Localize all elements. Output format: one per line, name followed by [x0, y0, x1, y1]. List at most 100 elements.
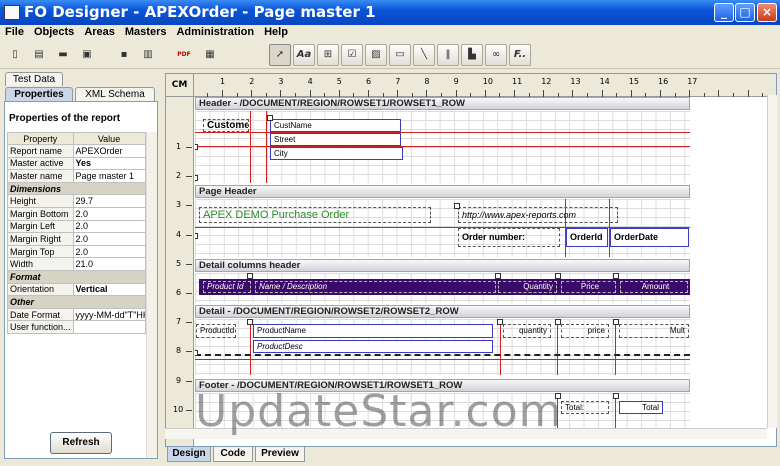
image-icon[interactable]: ▨ [365, 44, 387, 66]
checkbox-icon[interactable]: ☑ [341, 44, 363, 66]
new-file-icon[interactable]: ▯ [4, 44, 26, 66]
total-field[interactable]: Total [619, 401, 663, 414]
resize-handle[interactable] [454, 203, 460, 209]
property-row[interactable]: Margin Left 2.0 [7, 219, 146, 234]
property-value[interactable]: Yes [72, 156, 146, 171]
resize-handle[interactable] [613, 393, 619, 399]
tab-test-data[interactable]: Test Data [5, 72, 63, 86]
property-row[interactable]: Date Format yyyy-MM-dd"T"HH [7, 307, 146, 322]
band-header-title[interactable]: Header - /DOCUMENT/REGION/ROWSET1/ROWSET… [195, 97, 690, 110]
property-value[interactable]: 29.7 [72, 194, 146, 208]
property-row[interactable]: Margin Top 2.0 [7, 244, 146, 259]
tab-design[interactable]: Design [167, 447, 211, 462]
property-value[interactable] [72, 320, 146, 334]
resize-handle[interactable] [555, 273, 561, 279]
property-row[interactable]: Margin Right 2.0 [7, 232, 146, 246]
resize-handle[interactable] [195, 233, 198, 239]
col-quantity[interactable]: Quantity [498, 281, 557, 293]
minimize-button[interactable]: _ [714, 3, 734, 22]
order-id-field[interactable]: OrderId [566, 228, 608, 247]
tab-properties[interactable]: Properties [5, 87, 73, 101]
resize-handle[interactable] [555, 393, 561, 399]
customer-label[interactable]: Customer [203, 119, 249, 132]
tab-code[interactable]: Code [213, 447, 253, 462]
property-value[interactable]: 2.0 [72, 206, 146, 221]
preview-icon[interactable]: ▦ [199, 44, 221, 66]
band-detail-columns-title[interactable]: Detail columns header [195, 259, 690, 272]
resize-handle[interactable] [247, 273, 253, 279]
line-icon[interactable]: ╲ [413, 44, 435, 66]
band-detail-title[interactable]: Detail - /DOCUMENT/REGION/ROWSET2/ROWSET… [195, 305, 690, 318]
property-row[interactable]: Orientation Vertical [7, 282, 146, 297]
text-icon[interactable]: Aa [293, 44, 315, 66]
property-value[interactable]: 21.0 [72, 257, 146, 271]
demo-title-label[interactable]: APEX DEMO Purchase Order [199, 207, 431, 223]
col-price[interactable]: Price [561, 281, 616, 293]
property-value[interactable]: APEXOrder [72, 144, 146, 158]
property-value[interactable]: 2.0 [72, 244, 146, 259]
canvas-horizontal-scrollbar[interactable] [165, 428, 767, 439]
property-value[interactable]: 2.0 [72, 219, 146, 234]
resize-handle[interactable] [195, 144, 198, 150]
productid-field[interactable]: ProductId [196, 324, 236, 338]
menu-objects[interactable]: Objects [29, 25, 79, 38]
total-label[interactable]: Total: [561, 401, 609, 414]
col-product-id[interactable]: Product Id [203, 281, 251, 293]
rectangle-icon[interactable]: ▭ [389, 44, 411, 66]
menu-file[interactable]: File [0, 25, 29, 38]
resize-handle[interactable] [195, 175, 198, 181]
resize-handle[interactable] [613, 273, 619, 279]
property-row[interactable]: User function... [7, 320, 146, 334]
pointer-icon[interactable]: ➚ [269, 44, 291, 66]
open-folder-icon[interactable]: ▬ [52, 44, 74, 66]
resize-handle[interactable] [555, 319, 561, 325]
tab-xml-schema[interactable]: XML Schema [75, 87, 155, 101]
canvas-vertical-scrollbar[interactable] [767, 95, 777, 428]
function-icon[interactable]: F.. [509, 44, 531, 66]
menu-administration[interactable]: Administration [171, 25, 259, 38]
property-row[interactable]: Master active Yes [7, 156, 146, 171]
menu-masters[interactable]: Masters [120, 25, 172, 38]
url-label[interactable]: http://www.apex-reports.com [458, 207, 618, 223]
pdf-icon[interactable]: PDF [173, 44, 195, 66]
resize-handle[interactable] [497, 319, 503, 325]
property-value[interactable]: yyyy-MM-dd"T"HH [72, 307, 146, 322]
refresh-button[interactable]: Refresh [50, 432, 112, 454]
close-button[interactable]: × [757, 3, 777, 22]
property-value[interactable]: Page master 1 [72, 169, 146, 183]
property-row[interactable]: Master name Page master 1 [7, 169, 146, 183]
resize-handle[interactable] [267, 115, 273, 121]
maximize-button[interactable]: □ [735, 3, 755, 22]
properties-scrollbar[interactable] [146, 132, 157, 458]
col-amount[interactable]: Amount [620, 281, 688, 293]
tab-preview[interactable]: Preview [255, 447, 305, 462]
city-field[interactable]: City [270, 147, 403, 160]
order-number-label[interactable]: Order number: [458, 228, 560, 247]
resize-handle[interactable] [613, 319, 619, 325]
export-icon[interactable]: ▥ [137, 44, 159, 66]
productname-field[interactable]: ProductName [253, 324, 493, 338]
save-icon[interactable]: ▪ [113, 44, 135, 66]
resize-handle[interactable] [247, 319, 253, 325]
street-field[interactable]: Street [270, 133, 401, 146]
open-icon[interactable]: ▤ [28, 44, 50, 66]
mult-field[interactable]: Mult [619, 324, 689, 338]
chart-icon[interactable]: ▙ [461, 44, 483, 66]
property-row[interactable]: Width 21.0 [7, 257, 146, 271]
productdesc-field[interactable]: ProductDesc [253, 340, 493, 353]
property-value[interactable]: 2.0 [72, 232, 146, 246]
custname-field[interactable]: CustName [270, 119, 401, 132]
property-row[interactable]: Margin Bottom 2.0 [7, 206, 146, 221]
quantity-field[interactable]: quantity [503, 324, 551, 338]
table-icon[interactable]: ⊞ [317, 44, 339, 66]
price-field[interactable]: price [561, 324, 609, 338]
barcode-icon[interactable]: ‖ [437, 44, 459, 66]
menu-help[interactable]: Help [259, 25, 293, 38]
order-date-field[interactable]: OrderDate [610, 228, 689, 247]
property-row[interactable]: Report name APEXOrder [7, 144, 146, 158]
band-footer-title[interactable]: Footer - /DOCUMENT/REGION/ROWSET1/ROWSET… [195, 379, 690, 392]
link-icon[interactable]: ∞ [485, 44, 507, 66]
property-value[interactable]: Vertical [72, 282, 146, 297]
property-row[interactable]: Height 29.7 [7, 194, 146, 208]
resize-handle[interactable] [195, 350, 198, 356]
